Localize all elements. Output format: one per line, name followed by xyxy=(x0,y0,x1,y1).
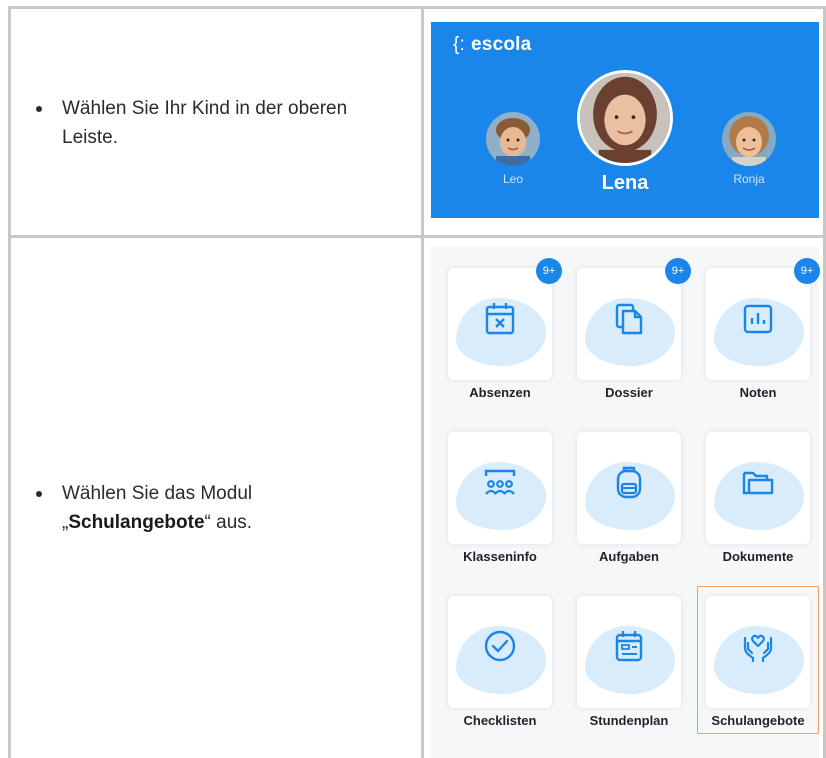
module-aufgaben[interactable] xyxy=(577,432,681,544)
module-stundenplan[interactable] xyxy=(577,596,681,708)
timetable-icon xyxy=(615,631,643,662)
module-label: Klasseninfo xyxy=(463,549,537,564)
escola-header: {: escola Leo Lena Ronja xyxy=(431,22,819,218)
module-label: Stundenplan xyxy=(589,713,669,728)
notification-badge: 9+ xyxy=(665,258,691,284)
avatar xyxy=(486,112,540,166)
instruction-select-child: Wählen Sie Ihr Kind in der oberen Leiste… xyxy=(36,94,396,152)
check-circle-icon xyxy=(484,630,516,662)
table-border-middle xyxy=(421,6,424,758)
module-klasseninfo[interactable] xyxy=(448,432,552,544)
child-ronja[interactable]: Ronja xyxy=(717,112,781,186)
highlight-frame xyxy=(697,586,819,734)
calendar-x-icon xyxy=(485,303,515,335)
module-dokumente[interactable] xyxy=(706,432,810,544)
instruction-text: Wählen Sie das Modul „Schulangebote“ aus… xyxy=(62,483,253,533)
module-absenzen[interactable]: 9+ xyxy=(448,258,562,380)
module-checklisten[interactable] xyxy=(448,596,552,708)
escola-logo: {: escola xyxy=(453,34,532,55)
module-label: Aufgaben xyxy=(599,549,659,564)
child-name: Leo xyxy=(502,172,524,186)
module-label: Dossier xyxy=(605,385,653,400)
table-row-divider xyxy=(8,235,826,238)
group-icon xyxy=(484,469,516,495)
avatar xyxy=(722,112,776,166)
module-dossier[interactable]: 9+ xyxy=(577,258,691,380)
child-leo[interactable]: Leo xyxy=(483,112,543,186)
module-name-bold: Schulangebote xyxy=(68,512,205,533)
avatar xyxy=(577,70,673,166)
notification-badge: 9+ xyxy=(794,258,820,284)
instruction-text: Wählen Sie Ihr Kind in der oberen Leiste… xyxy=(62,98,348,148)
child-name: Lena xyxy=(601,172,649,194)
child-name: Ronja xyxy=(733,172,765,186)
table-border-left xyxy=(8,6,11,758)
module-label: Dokumente xyxy=(722,549,794,564)
module-label: Checklisten xyxy=(463,713,537,728)
notification-badge: 9+ xyxy=(536,258,562,284)
table-border-top xyxy=(8,6,826,9)
folder-icon xyxy=(742,471,774,495)
child-lena[interactable]: Lena xyxy=(577,70,673,195)
bar-chart-icon xyxy=(743,304,773,334)
documents-icon xyxy=(615,303,643,335)
bullet xyxy=(36,106,42,112)
backpack-icon xyxy=(616,466,642,499)
module-label: Absenzen xyxy=(469,385,531,400)
module-label: Noten xyxy=(739,385,777,400)
module-noten[interactable]: 9+ xyxy=(706,258,820,380)
bullet xyxy=(36,491,42,497)
instruction-select-module: Wählen Sie das Modul „Schulangebote“ aus… xyxy=(36,479,396,537)
